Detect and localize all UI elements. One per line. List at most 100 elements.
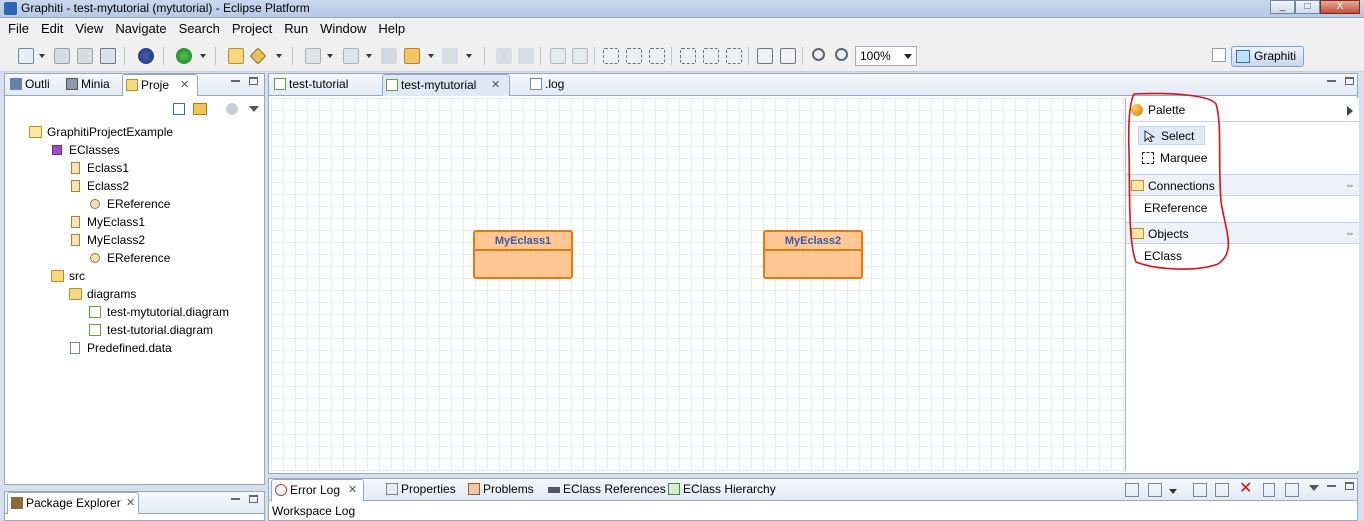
align-left-icon[interactable] [603,48,619,64]
import-log-icon[interactable] [1148,483,1162,497]
back-icon[interactable] [404,48,420,64]
pin-icon[interactable]: ⇔ [1345,175,1355,197]
save-icon[interactable] [54,48,70,64]
save-all-icon[interactable] [77,48,93,64]
tab-package-explorer[interactable]: Package Explorer ✕ [7,492,139,514]
tab-test-mytutorial[interactable]: test-mytutorial ✕ [382,74,510,96]
align-top-icon[interactable] [680,48,696,64]
pin-icon[interactable]: ⇔ [1345,223,1355,245]
pen-dropdown-icon[interactable] [276,54,282,58]
undo-icon[interactable] [496,48,512,64]
new-dropdown-icon[interactable] [39,54,45,58]
tab-error-log[interactable]: Error Log ✕ [271,479,364,501]
minimize-view-icon[interactable] [1327,485,1336,487]
maximize-view-icon[interactable] [249,495,258,503]
tab-problems[interactable]: Problems [465,479,540,501]
menu-window[interactable]: Window [314,18,372,39]
delete-log-icon[interactable] [1215,483,1229,497]
close-icon[interactable]: ✕ [491,75,500,96]
forward-icon[interactable] [442,48,458,64]
tab-outline[interactable]: Outli [7,74,61,96]
align-right-icon[interactable] [649,48,665,64]
last-edit-icon[interactable] [381,48,397,64]
align-middle-icon[interactable] [703,48,719,64]
palette-header[interactable]: Palette [1126,98,1359,122]
open-folder-icon[interactable] [228,48,244,64]
close-icon[interactable]: ✕ [126,493,135,514]
minimize-view-icon[interactable] [1327,80,1336,82]
pen-icon[interactable] [249,47,267,65]
maximize-button[interactable]: □ [1295,0,1320,14]
zoom-out-icon[interactable] [812,48,825,61]
delete-icon[interactable]: ✕ [1239,480,1252,498]
paste-icon[interactable] [572,48,588,64]
restore-log-icon[interactable] [1285,483,1299,497]
zoom-in-icon[interactable] [835,48,848,61]
previous-annotation-icon[interactable] [343,48,359,64]
minimize-view-icon[interactable] [231,498,240,500]
close-button[interactable]: X [1320,0,1360,14]
open-perspective-icon[interactable] [1212,48,1226,62]
close-icon[interactable]: ✕ [348,480,357,501]
tab-eclass-hierarchy[interactable]: EClass Hierarchy [665,479,776,501]
print-icon[interactable] [100,48,116,64]
run-dropdown-icon[interactable] [200,54,206,58]
palette-tool-marquee[interactable]: Marquee [1138,149,1217,168]
tab-test-tutorial[interactable]: test-tutorial [271,74,375,96]
menu-navigate[interactable]: Navigate [109,18,172,39]
tab-miniature[interactable]: Minia [63,74,121,96]
view-menu-icon[interactable] [1309,485,1319,491]
palette-entry-ereference[interactable]: EReference [1144,199,1207,217]
palette-collapse-icon[interactable] [1347,106,1353,116]
new-icon[interactable] [18,48,34,64]
maximize-view-icon[interactable] [249,77,258,85]
export-log-icon[interactable] [1125,483,1139,497]
maximize-view-icon[interactable] [1345,482,1354,490]
tab-log[interactable]: .log [527,74,597,96]
minimize-button[interactable]: _ [1270,0,1295,14]
palette-tool-select[interactable]: Select [1138,126,1206,145]
menu-search[interactable]: Search [173,18,226,39]
menu-file[interactable]: File [2,18,35,39]
tab-eclass-references[interactable]: EClass References [545,479,666,501]
forward-dropdown-icon[interactable] [466,54,472,58]
perspective-graphiti-button[interactable]: Graphiti [1231,46,1304,67]
menu-run[interactable]: Run [278,18,314,39]
clear-log-icon[interactable] [1193,483,1207,497]
palette-entry-eclass[interactable]: EClass [1144,247,1182,265]
menu-project[interactable]: Project [226,18,278,39]
diagram-canvas[interactable]: MyEclass1 MyEclass2 [271,98,1125,471]
menu-view[interactable]: View [69,18,109,39]
eclass-shape-myeclass1[interactable]: MyEclass1 [473,230,573,279]
next-annotation-dropdown-icon[interactable] [327,54,333,58]
run-icon[interactable] [176,48,192,64]
align-bottom-icon[interactable] [726,48,742,64]
palette-drawer-connections[interactable]: Connections ⇔ [1126,174,1359,196]
import-dropdown-icon[interactable] [1169,489,1177,494]
open-log-icon[interactable] [1263,483,1275,497]
palette-drawer-objects[interactable]: Objects ⇔ [1126,222,1359,244]
menu-help[interactable]: Help [372,18,411,39]
redo-icon[interactable] [518,48,534,64]
minimize-view-icon[interactable] [231,80,240,82]
zoom-level-combo[interactable]: 100% [855,46,917,66]
align-center-icon[interactable] [626,48,642,64]
tab-properties[interactable]: Properties [383,479,463,501]
next-annotation-icon[interactable] [305,48,321,64]
maximize-view-icon[interactable] [1345,77,1354,85]
link-with-editor-icon[interactable] [193,103,207,115]
tab-project[interactable]: Proje ✕ [122,74,198,96]
collapse-all-icon[interactable] [173,103,185,115]
back-dropdown-icon[interactable] [428,54,434,58]
match-height-icon[interactable] [780,48,796,64]
previous-annotation-dropdown-icon[interactable] [366,54,372,58]
palette: Palette Select Marquee Connections ⇔ ERe… [1125,98,1359,471]
menu-edit[interactable]: Edit [35,18,69,39]
close-icon[interactable]: ✕ [180,75,189,96]
match-width-icon[interactable] [757,48,773,64]
globe-icon[interactable] [138,48,154,64]
copy-icon[interactable] [550,48,566,64]
eclass-shape-myeclass2[interactable]: MyEclass2 [763,230,863,279]
view-menu-icon[interactable] [249,106,259,112]
filters-icon[interactable] [226,103,238,115]
